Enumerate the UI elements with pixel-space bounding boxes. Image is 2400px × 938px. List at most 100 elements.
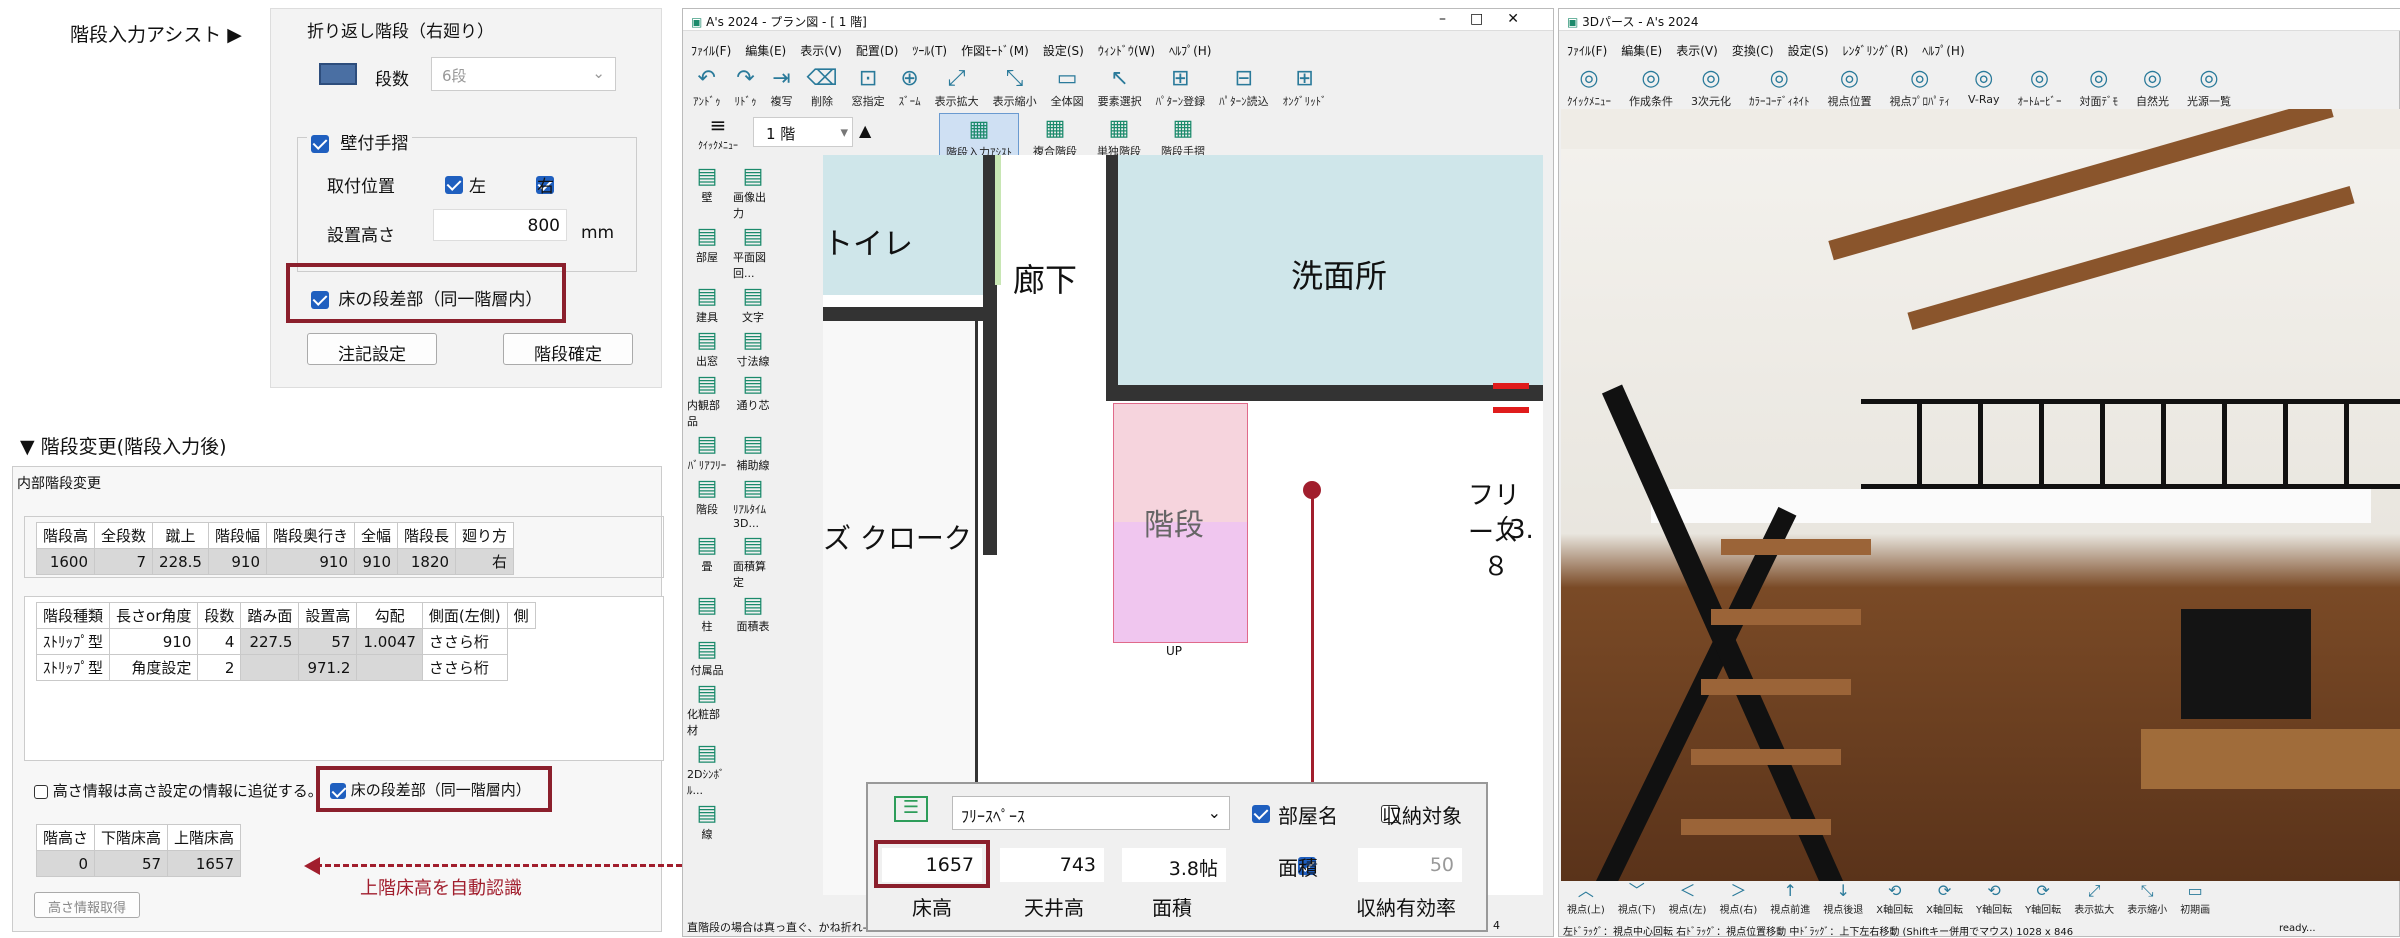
left-tool[interactable]: ▤ 文字 (733, 285, 773, 325)
nav-button[interactable]: ﹀ 視点(下) (1618, 881, 1656, 916)
menu-item[interactable]: ﾍﾙﾌﾟ(H) (1169, 42, 1211, 59)
toolbar-button[interactable]: ⊞ ﾊﾟﾀｰﾝ登録 (1156, 65, 1206, 109)
menu-item[interactable]: ﾌｧｲﾙ(F) (691, 42, 731, 59)
toolbar-button[interactable]: ⌫ 削除 (807, 65, 838, 109)
toolbar-button[interactable]: ◎ ｶﾗｰｺｰﾃﾞｨﾈｲﾄ (1749, 65, 1810, 109)
left-tool[interactable]: ▤ 内観部品 (687, 373, 727, 429)
left-tool[interactable]: ▤ 面積算定 (733, 534, 773, 590)
toolbar-button[interactable]: ◎ 対面ﾃﾞﾓ (2080, 65, 2119, 109)
toolbar-button[interactable]: ◎ ｸｲｯｸﾒﾆｭｰ (1567, 65, 1611, 109)
left-tool[interactable]: ▤ 出窓 (687, 329, 727, 369)
floor-select[interactable]: 1 階 ▾ (753, 117, 853, 147)
nav-button[interactable]: ⟳ X軸回転 (1926, 881, 1963, 916)
left-tool[interactable]: ▤ 柱 (687, 594, 727, 634)
toolbar-button[interactable]: ⤢ 表示拡大 (935, 65, 979, 109)
toolbar-button[interactable]: ◎ 視点位置 (1828, 65, 1872, 109)
left-tool[interactable]: ▤ 寸法線 (733, 329, 773, 369)
menu-item[interactable]: 編集(E) (1621, 42, 1662, 59)
menu-item[interactable]: ﾌｧｲﾙ(F) (1567, 42, 1607, 59)
toolbar-button[interactable]: ◎ 視点ﾌﾟﾛﾊﾟﾃｨ (1890, 65, 1951, 109)
toolbar-button[interactable]: ⤡ 表示縮小 (993, 65, 1037, 109)
nav-button[interactable]: ⤢ 表示拡大 (2074, 881, 2114, 916)
toolbar-button[interactable]: ◎ V-Ray (1968, 65, 2000, 106)
toolbar-button[interactable]: ◎ 光源一覧 (2187, 65, 2231, 109)
storage-eff-input[interactable]: 50 (1358, 848, 1462, 882)
area-input[interactable]: 3.8帖 (1122, 848, 1226, 882)
menu-item[interactable]: ﾚﾝﾀﾞﾘﾝｸﾞ(R) (1843, 42, 1909, 59)
toolbar-button[interactable]: ⊡ 窓指定 (852, 65, 885, 109)
toolbar-button[interactable]: ⇥ 複写 (771, 65, 793, 109)
left-tool[interactable]: ▤ 画像出力 (733, 165, 773, 221)
height-input[interactable]: 800 (433, 209, 567, 241)
menu-item[interactable]: 表示(V) (800, 42, 842, 59)
nav-button[interactable]: ⟲ Y軸回転 (1976, 881, 2012, 916)
stair-confirm-button[interactable]: 階段確定 (503, 333, 633, 365)
quick-menu[interactable]: ≡ ｸｲｯｸﾒﾆｭｰ (693, 113, 743, 152)
floor-up-icon[interactable]: ▲ (859, 121, 871, 140)
menu-item[interactable]: 配置(D) (856, 42, 899, 59)
menu-item[interactable]: ﾍﾙﾌﾟ(H) (1922, 42, 1964, 59)
left-tool[interactable]: ▤ 畳 (687, 534, 727, 590)
left-tool[interactable]: ▤ 通り芯 (733, 373, 773, 429)
left-tool[interactable]: ▤ 線 (687, 802, 727, 842)
toolbar-button[interactable]: ↷ ﾘﾄﾞｩ (735, 65, 757, 109)
stair-tab[interactable]: ▦ 複合階段 (1027, 113, 1083, 161)
toolbar-button[interactable]: ⊞ ｵﾝｸﾞﾘｯﾄﾞ (1283, 65, 1327, 109)
room-name-checkbox[interactable] (1252, 804, 1270, 823)
left-tool[interactable]: ▤ 化粧部材 (687, 682, 727, 738)
nav-button[interactable]: ⟲ X軸回転 (1876, 881, 1913, 916)
toolbar-button[interactable]: ◎ 3次元化 (1691, 65, 1731, 109)
left-tool[interactable]: ▤ 面積表 (733, 594, 773, 634)
room-type-select[interactable]: ﾌﾘｰｽﾍﾟｰｽ ⌄ (952, 796, 1230, 830)
wall-rail-checkbox[interactable] (311, 135, 329, 153)
left-tool[interactable] (733, 682, 773, 738)
menu-item[interactable]: 作図ﾓｰﾄﾞ(M) (961, 42, 1029, 59)
left-tool[interactable]: ▤ ﾘｱﾙﾀｲﾑ3D... (733, 477, 773, 531)
menu-item[interactable]: 編集(E) (745, 42, 786, 59)
left-tool[interactable]: ▤ ﾊﾞﾘｱﾌﾘｰ (687, 433, 727, 473)
toolbar-button[interactable]: ⊟ ﾊﾟﾀｰﾝ読込 (1219, 65, 1269, 109)
ceiling-input[interactable]: 743 (1000, 848, 1104, 882)
left-checkbox[interactable] (445, 175, 463, 194)
left-tool[interactable]: ▤ 平面図回... (733, 225, 773, 281)
toolbar-button[interactable]: ↶ ｱﾝﾄﾞｩ (693, 65, 721, 109)
stair-tab[interactable]: ▦ 階段手摺 (1155, 113, 1211, 161)
left-tool[interactable]: ▤ 部屋 (687, 225, 727, 281)
toolbar-button[interactable]: ↖ 要素選択 (1098, 65, 1142, 109)
stair-tab[interactable]: ▦ 単独階段 (1091, 113, 1147, 161)
render-viewport[interactable] (1561, 109, 2400, 881)
left-tool[interactable]: ▤ 付属品 (687, 638, 727, 678)
nav-button[interactable]: ⤡ 表示縮小 (2127, 881, 2167, 916)
window-controls[interactable]: –□✕ (1439, 11, 1543, 27)
left-tool[interactable] (733, 742, 773, 798)
append-checkbox[interactable] (34, 784, 48, 799)
left-tool[interactable] (733, 802, 773, 842)
left-tool[interactable]: ▤ 補助線 (733, 433, 773, 473)
menu-item[interactable]: 設定(S) (1043, 42, 1084, 59)
left-tool[interactable]: ▤ 階段 (687, 477, 727, 530)
toolbar-button[interactable]: ◎ 自然光 (2136, 65, 2169, 109)
toolbar-button[interactable]: ▭ 全体図 (1051, 65, 1084, 109)
left-tool[interactable]: ▤ 壁 (687, 165, 727, 221)
left-tool[interactable] (733, 638, 773, 678)
nav-button[interactable]: ︿ 視点(上) (1567, 881, 1605, 916)
toolbar-button[interactable]: ⊕ ｽﾞｰﾑ (899, 65, 921, 109)
nav-button[interactable]: ＞ 視点(右) (1719, 881, 1757, 916)
toolbar-button[interactable]: ◎ ｵｰﾄﾑｰﾋﾞｰ (2018, 65, 2062, 109)
nav-button[interactable]: ↓ 視点後退 (1823, 881, 1863, 916)
toolbar-button[interactable]: ◎ 作成条件 (1629, 65, 1673, 109)
nav-button[interactable]: ↑ 視点前進 (1770, 881, 1810, 916)
menu-item[interactable]: 変換(C) (1732, 42, 1774, 59)
menu-item[interactable]: ｳｨﾝﾄﾞｳ(W) (1098, 42, 1155, 59)
steps-select[interactable]: 6段 ⌄ (431, 57, 616, 91)
left-tool[interactable]: ▤ 2Dｼﾝﾎﾞﾙ... (687, 742, 727, 798)
note-setting-button[interactable]: 注記設定 (307, 333, 437, 365)
nav-button[interactable]: ⟳ Y軸回転 (2025, 881, 2061, 916)
nav-button[interactable]: ▭ 初期画 (2180, 881, 2210, 916)
get-height-button[interactable]: 高さ情報取得 (34, 892, 140, 918)
nav-button[interactable]: ＜ 視点(左) (1669, 881, 1707, 916)
menu-item[interactable]: 設定(S) (1788, 42, 1829, 59)
menu-item[interactable]: 表示(V) (1676, 42, 1718, 59)
left-tool[interactable]: ▤ 建具 (687, 285, 727, 325)
menu-item[interactable]: ﾂｰﾙ(T) (912, 42, 947, 59)
